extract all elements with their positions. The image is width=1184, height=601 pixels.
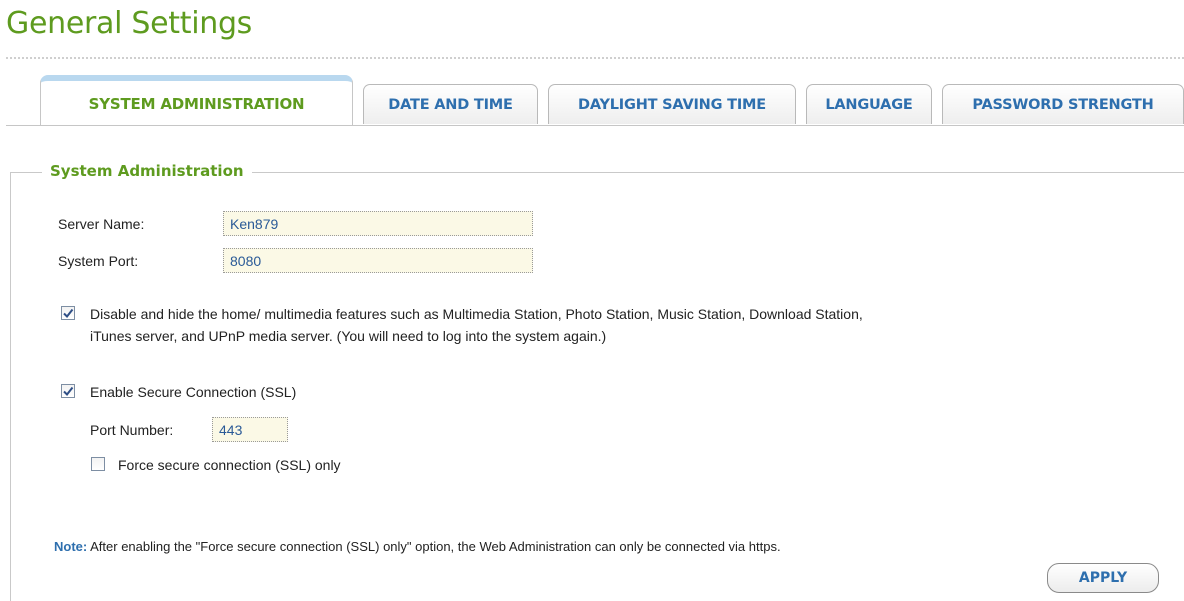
force-ssl-checkbox[interactable]: [91, 457, 105, 471]
tab-language[interactable]: LANGUAGE: [806, 84, 932, 124]
system-port-label: System Port:: [58, 253, 139, 269]
server-name-input[interactable]: [223, 211, 533, 236]
ssl-port-label: Port Number:: [90, 422, 174, 438]
title-divider: [6, 57, 1184, 59]
note-body: After enabling the "Force secure connect…: [90, 539, 781, 554]
ssl-port-input[interactable]: [212, 417, 288, 442]
system-port-input[interactable]: [223, 248, 533, 273]
server-name-label: Server Name:: [58, 216, 145, 232]
apply-button[interactable]: APPLY: [1047, 563, 1159, 593]
checkmark-icon: [63, 308, 74, 319]
enable-ssl-checkbox[interactable]: [61, 384, 75, 398]
tab-date-and-time[interactable]: DATE AND TIME: [363, 84, 538, 124]
tab-password-strength[interactable]: PASSWORD STRENGTH: [942, 84, 1184, 124]
force-ssl-label: Force secure connection (SSL) only: [118, 457, 341, 473]
disable-multimedia-checkbox[interactable]: [61, 306, 75, 320]
disable-multimedia-label-line1: Disable and hide the home/ multimedia fe…: [90, 306, 863, 322]
note-text: Note: After enabling the "Force secure c…: [54, 539, 781, 554]
settings-tabs: SYSTEM ADMINISTRATION DATE AND TIME DAYL…: [40, 75, 1184, 126]
checkmark-icon: [63, 386, 74, 397]
enable-ssl-label: Enable Secure Connection (SSL): [90, 384, 297, 400]
tabs-baseline: [6, 125, 1184, 126]
note-prefix: Note:: [54, 539, 88, 554]
tab-daylight-saving-time[interactable]: DAYLIGHT SAVING TIME: [548, 84, 796, 124]
section-legend: System Administration: [42, 162, 252, 180]
disable-multimedia-label-line2: iTunes server, and UPnP media server. (Y…: [90, 328, 607, 344]
tab-system-administration[interactable]: SYSTEM ADMINISTRATION: [40, 75, 353, 126]
page-title: General Settings: [6, 6, 253, 41]
